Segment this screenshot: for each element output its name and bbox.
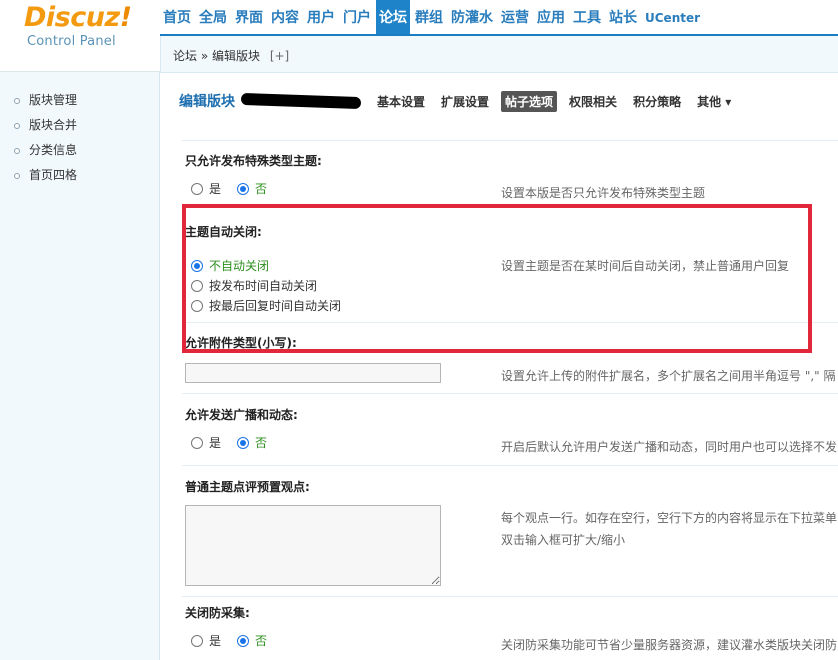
sidebar-item-label: 首页四格	[29, 168, 78, 182]
auto-close-by-last-reply-radio[interactable]: 按最后回复时间自动关闭	[191, 297, 341, 314]
sidebar-item-label: 版块管理	[29, 93, 78, 107]
auto-close-option: 按最后回复时间自动关闭	[191, 297, 357, 314]
header: Discuz! Control Panel 首页 全局 界面 内容 用户 门户 …	[0, 0, 838, 73]
breadcrumb-path: 论坛 » 编辑版块	[173, 49, 260, 63]
setting-label: 允许发送广播和动态:	[185, 408, 298, 422]
radio-checked-icon	[191, 259, 203, 272]
auto-close-by-post-time-radio[interactable]: 按发布时间自动关闭	[191, 277, 317, 294]
divider	[182, 393, 838, 394]
viewpoints-textarea[interactable]	[185, 505, 441, 586]
setting-label: 主题自动关闭:	[185, 225, 262, 239]
radio-checked-icon	[237, 634, 250, 647]
setting-description: 关闭防采集功能可节省少量服务器资源，建议灌水类版块关闭防	[501, 638, 838, 652]
setting-auto-close: 主题自动关闭: 不自动关闭 按发布时间自动关闭 按最后回复时间自动关闭 设置主题…	[182, 220, 838, 320]
top-nav: 首页 全局 界面 内容 用户 门户 论坛 群组 防灌水 运营 应用 工具 站长 …	[160, 0, 838, 36]
logo-brand: Discuz!	[24, 2, 132, 33]
setting-description: 设置主题是否在某时间后自动关闭，禁止普通用户回复	[501, 259, 790, 273]
nav-item-home[interactable]: 首页	[160, 0, 194, 34]
bullet-icon	[14, 147, 20, 154]
setting-broadcast: 允许发送广播和动态: 是 否 开启后默认允许用户发送广播和动态，同时用户也可以选…	[182, 403, 838, 459]
sidebar-item-label: 版块合并	[29, 118, 78, 132]
radio-checked-icon	[237, 436, 250, 449]
auto-close-option: 按发布时间自动关闭	[191, 277, 333, 294]
setting-description-hint: 双击输入框可扩大/缩小	[501, 533, 626, 547]
radio-group: 是 否	[191, 434, 283, 451]
nav-item-portal[interactable]: 门户	[340, 0, 374, 34]
setting-label: 普通主题点评预置观点:	[185, 480, 310, 494]
page-title: 编辑版块	[179, 94, 235, 110]
attachment-types-input[interactable]	[185, 363, 441, 383]
nav-item-ucenter[interactable]: UCenter	[642, 0, 703, 34]
anti-collect-no-radio[interactable]: 否	[237, 632, 267, 649]
tab-permissions[interactable]: 权限相关	[565, 91, 621, 112]
tab-extended-settings[interactable]: 扩展设置	[437, 91, 493, 112]
sidebar-item-forum-manage[interactable]: 版块管理	[0, 88, 159, 113]
bullet-icon	[14, 97, 20, 104]
anti-collect-yes-radio[interactable]: 是	[191, 632, 221, 649]
tab-post-options[interactable]: 帖子选项	[501, 90, 558, 112]
setting-attachment-types: 允许附件类型(小写): 设置允许上传的附件扩展名，多个扩展名之间用半角逗号 ",…	[182, 331, 838, 393]
sidebar-item-forum-merge[interactable]: 版块合并	[0, 113, 159, 138]
setting-label: 允许附件类型(小写):	[185, 336, 297, 350]
breadcrumb-add-shortcut-button[interactable]: [+]	[270, 49, 289, 63]
radio-group: 是 否	[191, 180, 283, 197]
sidebar: 版块管理 版块合并 分类信息 首页四格	[0, 72, 160, 660]
nav-item-global[interactable]: 全局	[196, 0, 230, 34]
auto-close-never-radio[interactable]: 不自动关闭	[191, 257, 269, 274]
tab-other-dropdown[interactable]: 其他 ▾	[693, 91, 735, 112]
nav-item-content[interactable]: 内容	[268, 0, 302, 34]
nav-item-interface[interactable]: 界面	[232, 0, 266, 34]
nav-item-antispam[interactable]: 防灌水	[448, 0, 496, 34]
logo-subtitle: Control Panel	[27, 34, 116, 49]
setting-label: 关闭防采集:	[185, 606, 250, 620]
bullet-icon	[14, 172, 20, 179]
redacted-forum-name	[240, 92, 362, 110]
bullet-icon	[14, 122, 20, 129]
nav-item-operations[interactable]: 运营	[498, 0, 532, 34]
divider	[182, 596, 838, 597]
radio-group: 是 否	[191, 632, 283, 649]
radio-icon	[191, 634, 203, 647]
setting-label: 只允许发布特殊类型主题:	[185, 154, 322, 168]
radio-checked-icon	[237, 182, 250, 195]
sidebar-item-label: 分类信息	[29, 143, 78, 157]
broadcast-yes-radio[interactable]: 是	[191, 434, 221, 451]
radio-icon	[191, 299, 203, 312]
logo[interactable]: Discuz! Control Panel	[0, 0, 160, 72]
tab-basic-settings[interactable]: 基本设置	[373, 91, 429, 112]
nav-item-users[interactable]: 用户	[304, 0, 338, 34]
tab-credit-policy[interactable]: 积分策略	[629, 91, 685, 112]
setting-description: 设置允许上传的附件扩展名，多个扩展名之间用半角逗号 "," 隔	[501, 369, 836, 383]
nav-item-webmaster[interactable]: 站长	[606, 0, 640, 34]
special-only-no-radio[interactable]: 否	[237, 180, 267, 197]
breadcrumb: 论坛 » 编辑版块 [+]	[160, 36, 838, 73]
setting-special-only: 只允许发布特殊类型主题: 是 否 设置本版是否只允许发布特殊类型主题	[182, 149, 838, 205]
sidebar-item-home-grid[interactable]: 首页四格	[0, 163, 159, 188]
setting-description: 开启后默认允许用户发送广播和动态，同时用户也可以选择不发	[501, 440, 838, 454]
divider	[182, 322, 838, 323]
broadcast-no-radio[interactable]: 否	[237, 434, 267, 451]
settings-tabs: 编辑版块 基本设置 扩展设置 帖子选项 权限相关 积分策略 其他 ▾	[179, 89, 743, 113]
nav-item-forum[interactable]: 论坛	[376, 0, 410, 34]
nav-item-tools[interactable]: 工具	[570, 0, 604, 34]
radio-icon	[191, 279, 203, 292]
radio-icon	[191, 182, 203, 195]
radio-icon	[191, 436, 203, 449]
setting-anti-collect: 关闭防采集: 是 否 关闭防采集功能可节省少量服务器资源，建议灌水类版块关闭防	[182, 601, 838, 657]
divider	[182, 140, 838, 141]
nav-item-apps[interactable]: 应用	[534, 0, 568, 34]
divider	[182, 465, 838, 466]
sidebar-item-category-info[interactable]: 分类信息	[0, 138, 159, 163]
nav-item-groups[interactable]: 群组	[412, 0, 446, 34]
setting-description: 每个观点一行。如存在空行，空行下方的内容将显示在下拉菜单	[501, 511, 838, 525]
auto-close-option: 不自动关闭	[191, 257, 285, 274]
setting-comment-viewpoints: 普通主题点评预置观点: 每个观点一行。如存在空行，空行下方的内容将显示在下拉菜单…	[182, 475, 838, 595]
setting-description: 设置本版是否只允许发布特殊类型主题	[501, 186, 706, 200]
special-only-yes-radio[interactable]: 是	[191, 180, 221, 197]
main-content: 编辑版块 基本设置 扩展设置 帖子选项 权限相关 积分策略 其他 ▾ 只允许发布…	[161, 73, 838, 660]
